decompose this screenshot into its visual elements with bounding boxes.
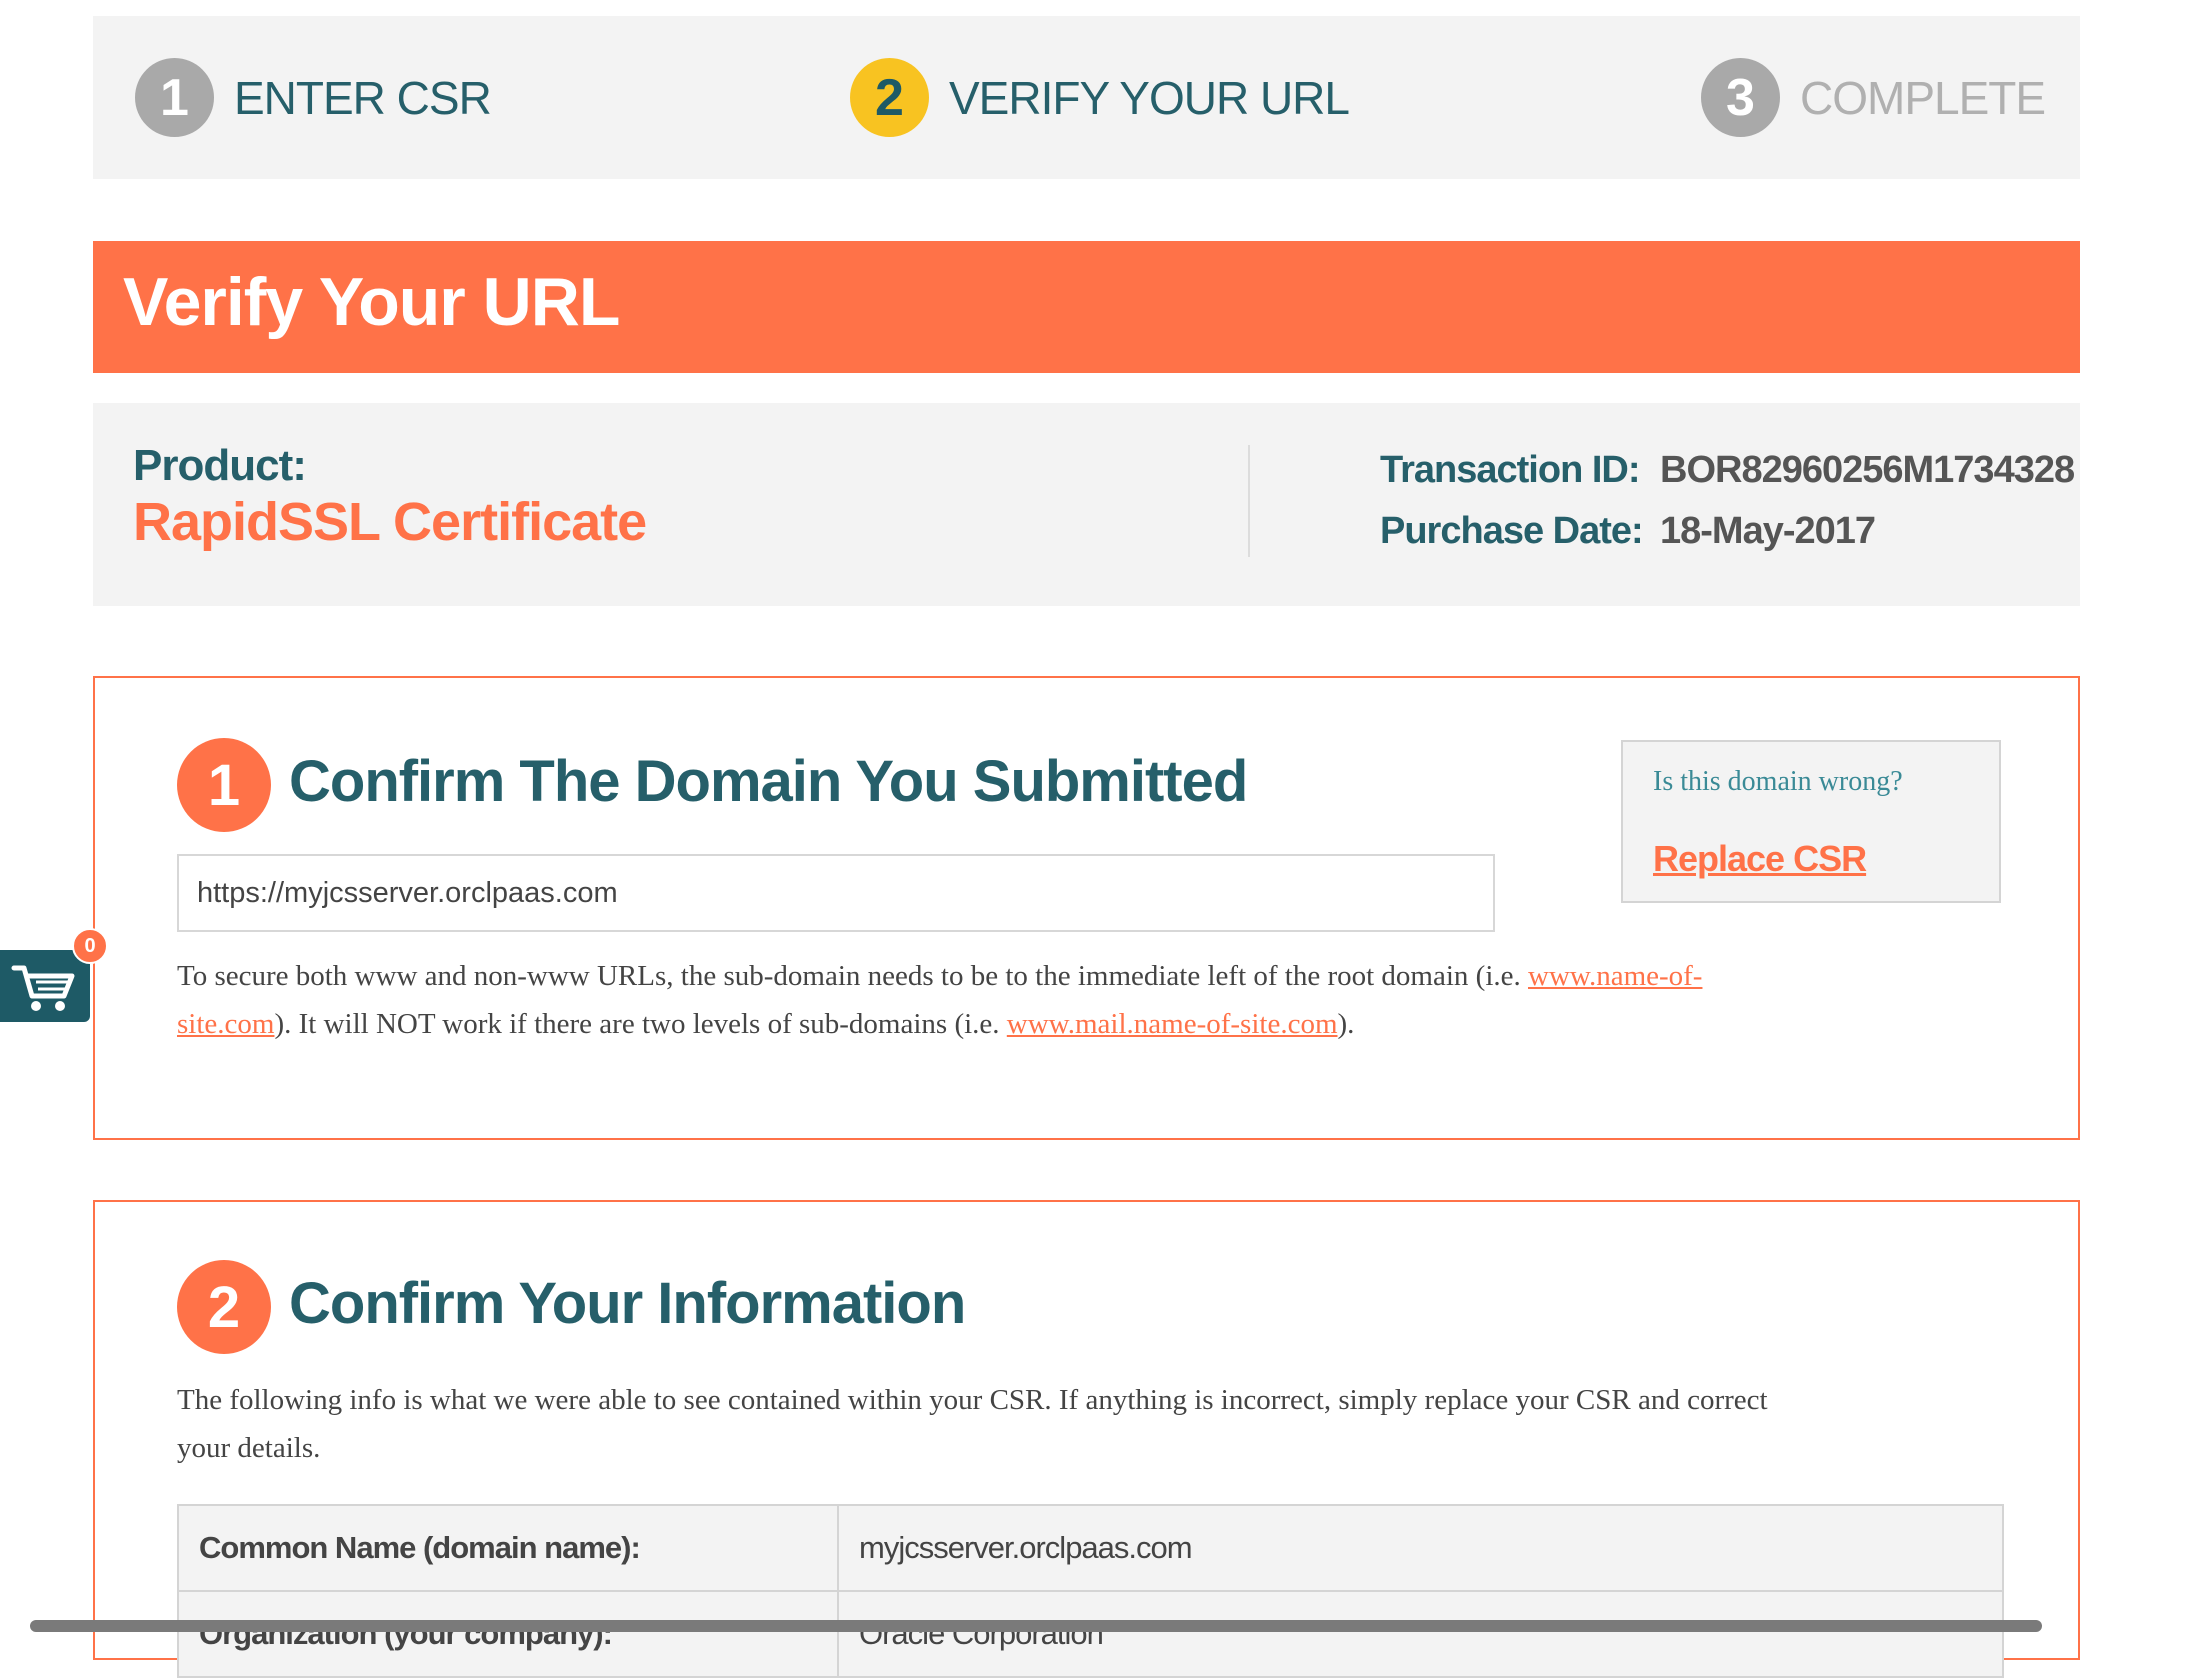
intro-line-1: The following info is what we were able … [177,1384,1768,1416]
step-complete: 3 COMPLETE [1701,16,2046,179]
purchase-date-label: Purchase Date: [1380,510,1644,552]
common-name-value: myjcsserver.orclpaas.com [837,1504,2004,1592]
step-number-2: 2 [850,58,929,137]
step-verify-url: 2 VERIFY YOUR URL [850,16,1350,179]
csr-info-table: Common Name (domain name): myjcsserver.o… [177,1504,2004,1678]
step-label-enter-csr: ENTER CSR [234,71,492,124]
section-number-2: 2 [177,1260,271,1354]
panel-divider [1248,445,1250,557]
confirm-domain-title: Confirm The Domain You Submitted [289,749,1248,814]
product-summary-panel: Product: RapidSSL Certificate Transactio… [93,403,2080,606]
section-number-1: 1 [177,738,271,832]
domain-input[interactable] [177,854,1495,932]
product-label: Product: [133,441,307,490]
horizontal-scrollbar[interactable] [30,1620,2042,1632]
domain-wrong-box: Is this domain wrong? Replace CSR [1621,740,2001,903]
table-row: Organization (your company): Oracle Corp… [177,1590,2004,1678]
step-enter-csr: 1 ENTER CSR [135,16,492,179]
cart-button[interactable]: 0 [0,928,108,1022]
page-title: Verify Your URL [123,264,620,340]
cart-icon [11,965,75,1011]
confirm-domain-section: 1 Confirm The Domain You Submitted To se… [93,676,2080,1140]
help-text-part-2: ). It will NOT work if there are two lev… [274,1008,1007,1040]
intro-line-2: your details. [177,1432,321,1464]
table-row: Common Name (domain name): myjcsserver.o… [177,1504,2004,1592]
step-number-3: 3 [1701,58,1780,137]
confirm-information-section: 2 Confirm Your Information The following… [93,1200,2080,1678]
domain-help-text: To secure both www and non-www URLs, the… [177,952,1957,1048]
help-text-part-3: ). [1337,1008,1355,1040]
cart-count-badge: 0 [72,928,108,964]
example-link-part-b: site.com [177,1008,275,1040]
domain-wrong-question: Is this domain wrong? [1653,766,1903,797]
example-link-mail-name-of-site[interactable]: www.mail.name-of-site.com [1007,1008,1338,1040]
step-number-1: 1 [135,58,214,137]
organization-value: Oracle Corporation [837,1590,2004,1678]
organization-label: Organization (your company): [177,1590,839,1678]
transaction-id-label: Transaction ID: [1380,449,1640,491]
confirm-information-title: Confirm Your Information [289,1271,966,1336]
help-text-part-1: To secure both www and non-www URLs, the… [177,960,1528,992]
transaction-id-value: BOR82960256M1734328 [1660,449,2075,491]
replace-csr-link[interactable]: Replace CSR [1653,838,1867,880]
example-link-part-a: www.name-of- [1528,960,1703,992]
product-name: RapidSSL Certificate [133,492,647,552]
step-label-complete: COMPLETE [1800,71,2046,124]
purchase-date-value: 18-May-2017 [1660,510,1876,552]
page-header-banner: Verify Your URL [93,241,2080,373]
step-label-verify-url: VERIFY YOUR URL [949,71,1350,124]
progress-stepper: 1 ENTER CSR 2 VERIFY YOUR URL 3 COMPLETE [93,16,2080,179]
information-intro-text: The following info is what we were able … [177,1376,1997,1472]
common-name-label: Common Name (domain name): [177,1504,839,1592]
